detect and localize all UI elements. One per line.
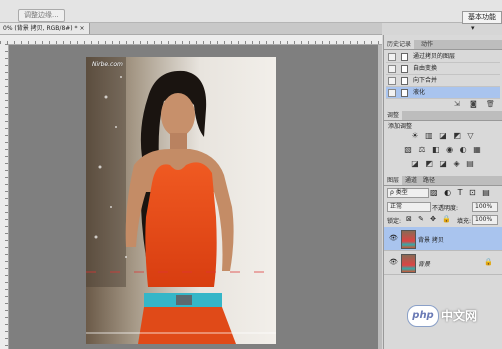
tab-actions[interactable]: 动作: [418, 40, 436, 49]
layer-thumbnail: [401, 230, 416, 249]
tab-paths[interactable]: 路径: [420, 176, 438, 185]
history-item-label: 液化: [413, 89, 426, 96]
lock-icon: 🔒: [484, 258, 493, 266]
layer-thumbnail: [401, 254, 416, 273]
trash-icon[interactable]: 🗑: [486, 100, 495, 108]
history-footer: ⇲ ◙ 🗑: [384, 99, 502, 109]
history-item-label: 自由变换: [413, 65, 438, 72]
document-icon: [401, 53, 408, 61]
document-icon: [401, 89, 408, 97]
layer-name[interactable]: 背景: [418, 259, 430, 268]
camera-icon[interactable]: ◙: [470, 100, 477, 108]
history-item[interactable]: 自由变换: [386, 63, 500, 75]
logo-text: 中文网: [441, 309, 478, 323]
document-tab[interactable]: 0% (背景 拷贝, RGB/8#) * ×: [0, 23, 90, 34]
logo-badge: php: [407, 305, 439, 327]
adjustments-panel-tabs: 调整: [384, 111, 502, 121]
history-item[interactable]: 通过拷贝的图层: [386, 51, 500, 63]
adjustment-icons-row-2[interactable]: ▧ ⚖ ◧ ◉ ◐ ▦: [384, 145, 502, 155]
lock-icons[interactable]: ⊠ ✎ ✥ 🔒: [406, 215, 453, 223]
opacity-input[interactable]: 100%: [472, 202, 498, 212]
snapshot-checkbox[interactable]: [388, 77, 396, 85]
history-item-label: 通过拷贝的图层: [413, 53, 456, 60]
adjustment-icons-row-1[interactable]: ☀ ▥ ◪ ◩ ▽: [384, 131, 502, 141]
lock-label: 锁定:: [387, 218, 402, 225]
refine-edge-button[interactable]: 调整边缘...: [18, 9, 65, 22]
layer-row-background-copy[interactable]: 👁 背景 拷贝: [384, 227, 502, 251]
fill-input[interactable]: 100%: [472, 215, 498, 225]
canvas-scrollbar[interactable]: [378, 45, 382, 349]
opacity-label: 不透明度:: [432, 205, 459, 212]
layer-filter-select[interactable]: ρ 类型: [387, 188, 429, 198]
horizontal-ruler: [0, 35, 382, 45]
tab-adjustments[interactable]: 调整: [384, 111, 403, 120]
layers-panel-tabs: 图层 通道 路径: [384, 176, 502, 186]
options-bar: 调整边缘... 基本功能 ▾: [0, 0, 502, 32]
history-panel-tabs: 历史记录 动作: [384, 40, 502, 50]
document-icon: [401, 77, 408, 85]
photo-illustration: [86, 57, 276, 344]
document-icon: [401, 65, 408, 73]
snapshot-checkbox[interactable]: [388, 53, 396, 61]
watermark-text: Nirbe.com: [92, 61, 123, 68]
workspace-switcher[interactable]: 基本功能 ▾: [462, 11, 502, 32]
chevron-down-icon: ▾: [471, 24, 475, 32]
tab-history[interactable]: 历史记录: [384, 40, 415, 49]
tab-channels[interactable]: 通道: [402, 176, 420, 185]
adjustment-icons-row-3[interactable]: ◪ ◩ ◪ ◈ ▤: [384, 159, 502, 169]
workspace-label: 基本功能: [468, 13, 496, 21]
site-logo: php 中文网: [407, 303, 497, 329]
document-tab-title: 0% (背景 拷贝, RGB/8#) *: [3, 25, 78, 32]
tab-layers[interactable]: 图层: [384, 176, 403, 185]
document-image[interactable]: [86, 57, 276, 344]
new-document-from-state-icon[interactable]: ⇲: [454, 100, 460, 108]
history-item-selected[interactable]: 液化: [386, 87, 500, 99]
add-adjustment-title: 添加调整: [388, 123, 413, 130]
history-item-label: 向下合并: [413, 77, 438, 84]
fill-label: 填充:: [457, 218, 472, 225]
close-icon[interactable]: ×: [79, 25, 84, 32]
layer-name[interactable]: 背景 拷贝: [418, 235, 444, 244]
snapshot-checkbox[interactable]: [388, 89, 396, 97]
eye-icon[interactable]: 👁: [389, 258, 398, 266]
layer-row-background[interactable]: 👁 背景 🔒: [384, 251, 502, 275]
eye-icon[interactable]: 👁: [389, 234, 398, 242]
vertical-ruler: [0, 44, 9, 349]
history-item[interactable]: 向下合并: [386, 75, 500, 87]
right-panel-dock: 历史记录 动作 通过拷贝的图层 自由变换 向下合并 液化 ⇲ ◙ 🗑 调整 添加…: [383, 35, 502, 349]
layer-filter-icons[interactable]: ▨ ◐ T ⊡ ▤: [430, 188, 492, 197]
blend-mode-select[interactable]: 正常: [387, 202, 431, 212]
snapshot-checkbox[interactable]: [388, 65, 396, 73]
document-tab-bar: 0% (背景 拷贝, RGB/8#) * ×: [0, 23, 382, 35]
